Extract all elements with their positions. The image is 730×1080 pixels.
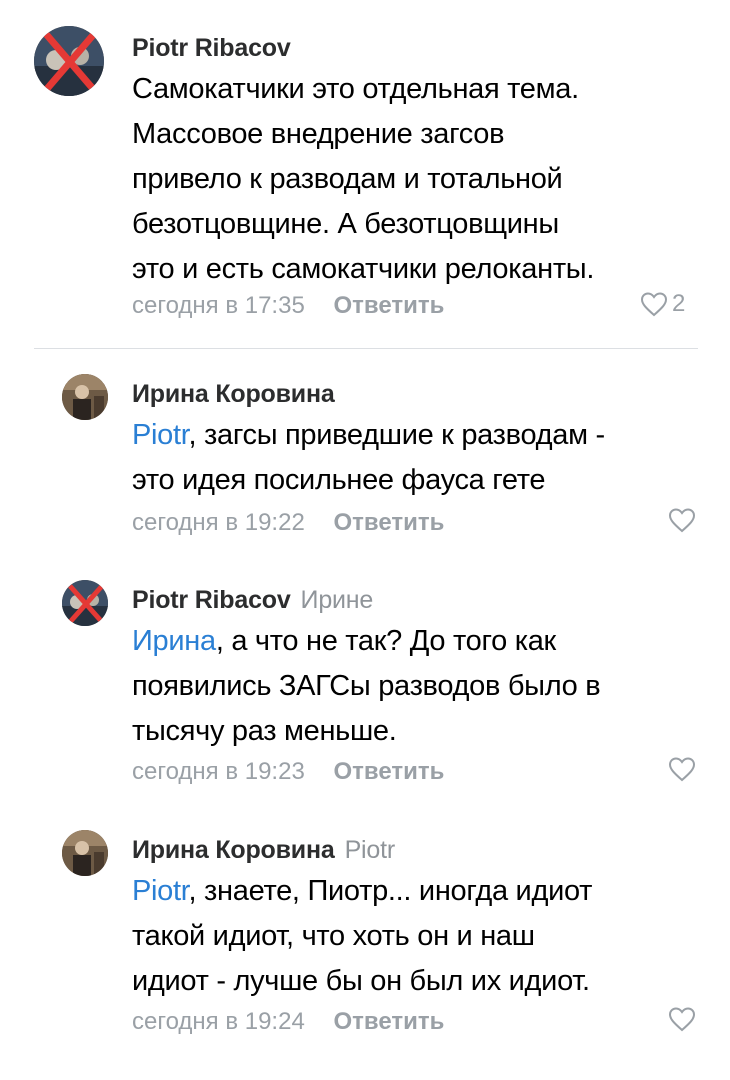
avatar[interactable] [62, 374, 108, 420]
author-name[interactable]: Piotr Ribacov [132, 586, 291, 614]
author-name[interactable]: Ирина Коровина [132, 380, 335, 408]
mention-link[interactable]: Ирина [132, 625, 216, 657]
comment-time[interactable]: сегодня в 19:24 [132, 1008, 305, 1035]
text-line: идиот - лучше бы он был их идиот. [132, 965, 590, 997]
like-button[interactable] [668, 507, 696, 533]
heart-outline-icon [640, 292, 668, 317]
reply-button[interactable]: Ответить [333, 509, 444, 536]
text-line: тысячу раз меньше. [132, 715, 397, 747]
text-line: привело к разводам и тотальной [132, 163, 563, 195]
heart-outline-icon [668, 757, 696, 782]
text-fragment: , загсы приведшие к разводам - [188, 419, 606, 451]
reply-to-label[interactable]: Ирине [301, 586, 374, 614]
like-button[interactable] [668, 1006, 696, 1032]
author-name[interactable]: Ирина Коровина [132, 836, 335, 864]
comment-author[interactable]: Piotr Ribacov [132, 34, 291, 63]
avatar[interactable] [34, 26, 104, 96]
text-line: Массовое внедрение загсов [132, 118, 505, 150]
divider [34, 348, 698, 349]
text-line: Piotr, знаете, Пиотр... иногда идиот [132, 869, 592, 914]
comment-time[interactable]: сегодня в 19:22 [132, 509, 305, 536]
text-line: Ирина, а что не так? До того как [132, 619, 600, 664]
comment-meta: сегодня в 19:22 Ответить [132, 509, 444, 537]
comment-author[interactable]: Ирина Коровина [132, 380, 335, 409]
avatar-image [34, 26, 104, 96]
text-line: Piotr, загсы приведшие к разводам - [132, 413, 605, 458]
heart-outline-icon [668, 508, 696, 533]
comment-author[interactable]: Ирина Коровина Piotr [132, 836, 395, 865]
comment-author[interactable]: Piotr Ribacov Ирине [132, 586, 373, 615]
reply-button[interactable]: Ответить [333, 1008, 444, 1035]
avatar[interactable] [62, 830, 108, 876]
heart-outline-icon [668, 1007, 696, 1032]
reply-to-label[interactable]: Piotr [345, 836, 396, 864]
text-line: Самокатчики это отдельная тема. [132, 73, 579, 105]
avatar[interactable] [62, 580, 108, 626]
text-fragment: , знаете, Пиотр... иногда идиот [188, 875, 593, 907]
text-fragment: , а что не так? До того как [215, 625, 556, 657]
comment-meta: сегодня в 17:35 Ответить [132, 292, 444, 320]
author-name[interactable]: Piotr Ribacov [132, 34, 291, 62]
reply-button[interactable]: Ответить [333, 292, 444, 319]
comment-text: Самокатчики это отдельная тема. Массовое… [132, 67, 594, 292]
like-button[interactable] [668, 756, 696, 782]
comment-time[interactable]: сегодня в 17:35 [132, 292, 305, 319]
comment-text: Piotr, знаете, Пиотр... иногда идиот так… [132, 869, 592, 1004]
like-button[interactable]: 2 [640, 290, 685, 318]
comment-text: Ирина, а что не так? До того как появили… [132, 619, 601, 754]
avatar-image [62, 580, 108, 626]
text-line: это и есть самокатчики релоканты. [132, 253, 595, 285]
text-line: такой идиот, что хоть он и наш [132, 920, 535, 952]
text-line: появились ЗАГСы разводов было в [132, 670, 601, 702]
text-line: безотцовщине. А безотцовщины [132, 208, 559, 240]
avatar-image [62, 830, 108, 876]
reply-button[interactable]: Ответить [333, 758, 444, 785]
text-line: это идея посильнее фауса гете [132, 464, 546, 496]
like-count: 2 [672, 290, 686, 317]
mention-link[interactable]: Piotr [132, 419, 189, 451]
comment-meta: сегодня в 19:24 Ответить [132, 1008, 444, 1036]
comment-time[interactable]: сегодня в 19:23 [132, 758, 305, 785]
mention-link[interactable]: Piotr [132, 875, 189, 907]
avatar-image [62, 374, 108, 420]
comment-text: Piotr, загсы приведшие к разводам - это … [132, 413, 605, 503]
comment-meta: сегодня в 19:23 Ответить [132, 758, 444, 786]
